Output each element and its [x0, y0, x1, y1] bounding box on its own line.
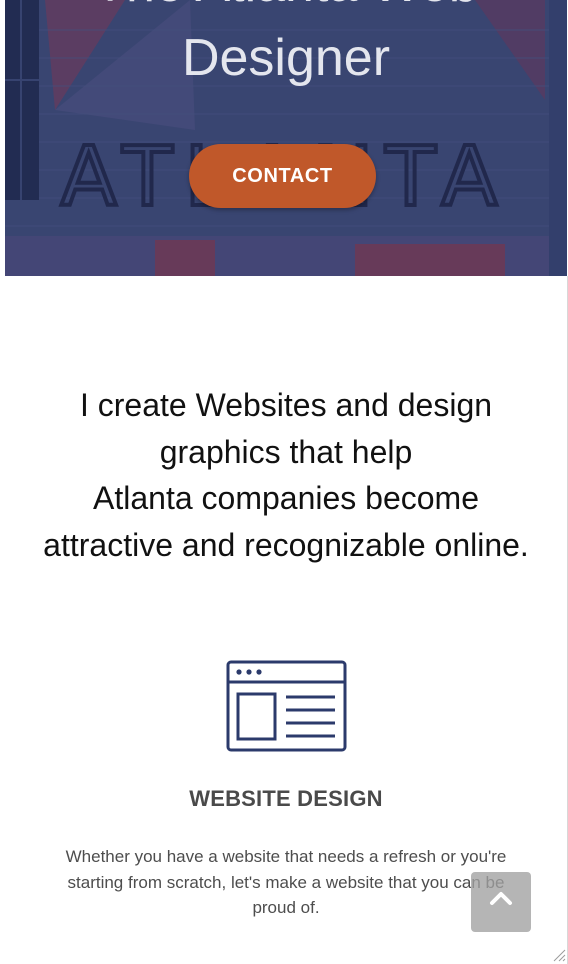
hero-title: Designer — [181, 29, 391, 87]
browser-window-icon — [226, 660, 347, 752]
service-description: Whether you have a website that needs a … — [65, 847, 507, 917]
service-title: WEBSITE DESIGN — [189, 786, 383, 811]
left-border — [0, 0, 5, 276]
hero-section: ATLANTA The Atlanta Web Designer CONTACT — [5, 0, 567, 276]
resize-grip-icon[interactable] — [552, 948, 566, 962]
intro-line: attractive and recognizable online. — [43, 526, 529, 563]
chevron-up-icon — [490, 892, 512, 905]
page: ATLANTA The Atlanta Web Designer CONTACT… — [0, 0, 568, 964]
intro-line: Atlanta companies become — [93, 480, 479, 516]
contact-button[interactable]: CONTACT — [189, 144, 376, 208]
intro-line: graphics that help — [159, 433, 413, 470]
intro-statement: I create Websites and design graphics th… — [20, 382, 552, 568]
back-to-top-button[interactable] — [471, 872, 531, 932]
hero-title-partial: The Atlanta Web — [5, 0, 567, 14]
intro-line: I create Websites and design — [79, 387, 493, 423]
